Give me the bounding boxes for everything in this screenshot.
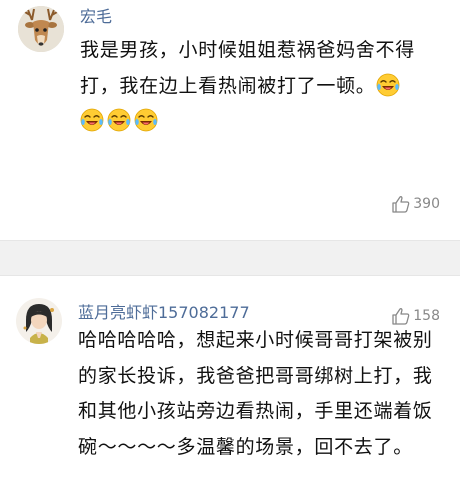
avatar[interactable] — [16, 298, 62, 344]
username[interactable]: 宏毛 — [80, 7, 112, 27]
comment-divider — [0, 240, 460, 276]
thumbs-up-icon — [391, 194, 411, 214]
like-button[interactable]: 390 — [391, 194, 440, 214]
comment-text-line: 我是男孩，小时候姐姐惹祸爸妈舍不得 — [80, 39, 415, 61]
comment-item: 宏毛 我是男孩，小时候姐姐惹祸爸妈舍不得 打，我在边上看热闹被打了一顿。 390 — [0, 0, 460, 240]
comment-text-fragment: 打，我在边上看热闹被打了一顿。 — [80, 74, 376, 97]
comment-text: 哈哈哈哈哈，想起来小时候哥哥打架被别的家长投诉，我爸爸把哥哥绑树上打，我和其他小… — [78, 329, 433, 458]
emoji-row — [80, 104, 425, 140]
deer-avatar-icon — [18, 6, 64, 52]
like-count: 390 — [413, 196, 440, 212]
laugh-cry-emoji-icon — [134, 108, 158, 132]
comment-item: 蓝月亮虾虾157082177 158 哈哈哈哈哈，想起来小时候哥哥打架被别的家长… — [0, 276, 460, 491]
comment-text-line: 打，我在边上看热闹被打了一顿。 — [80, 69, 425, 105]
laugh-cry-emoji-icon — [107, 108, 131, 132]
laugh-cry-emoji-icon — [376, 73, 400, 97]
comment-text: 我是男孩，小时候姐姐惹祸爸妈舍不得 打，我在边上看热闹被打了一顿。 — [80, 33, 425, 140]
girl-avatar-icon — [16, 298, 62, 344]
username[interactable]: 蓝月亮虾虾157082177 — [78, 303, 250, 323]
avatar[interactable] — [18, 6, 64, 52]
laugh-cry-emoji-icon — [80, 108, 104, 132]
